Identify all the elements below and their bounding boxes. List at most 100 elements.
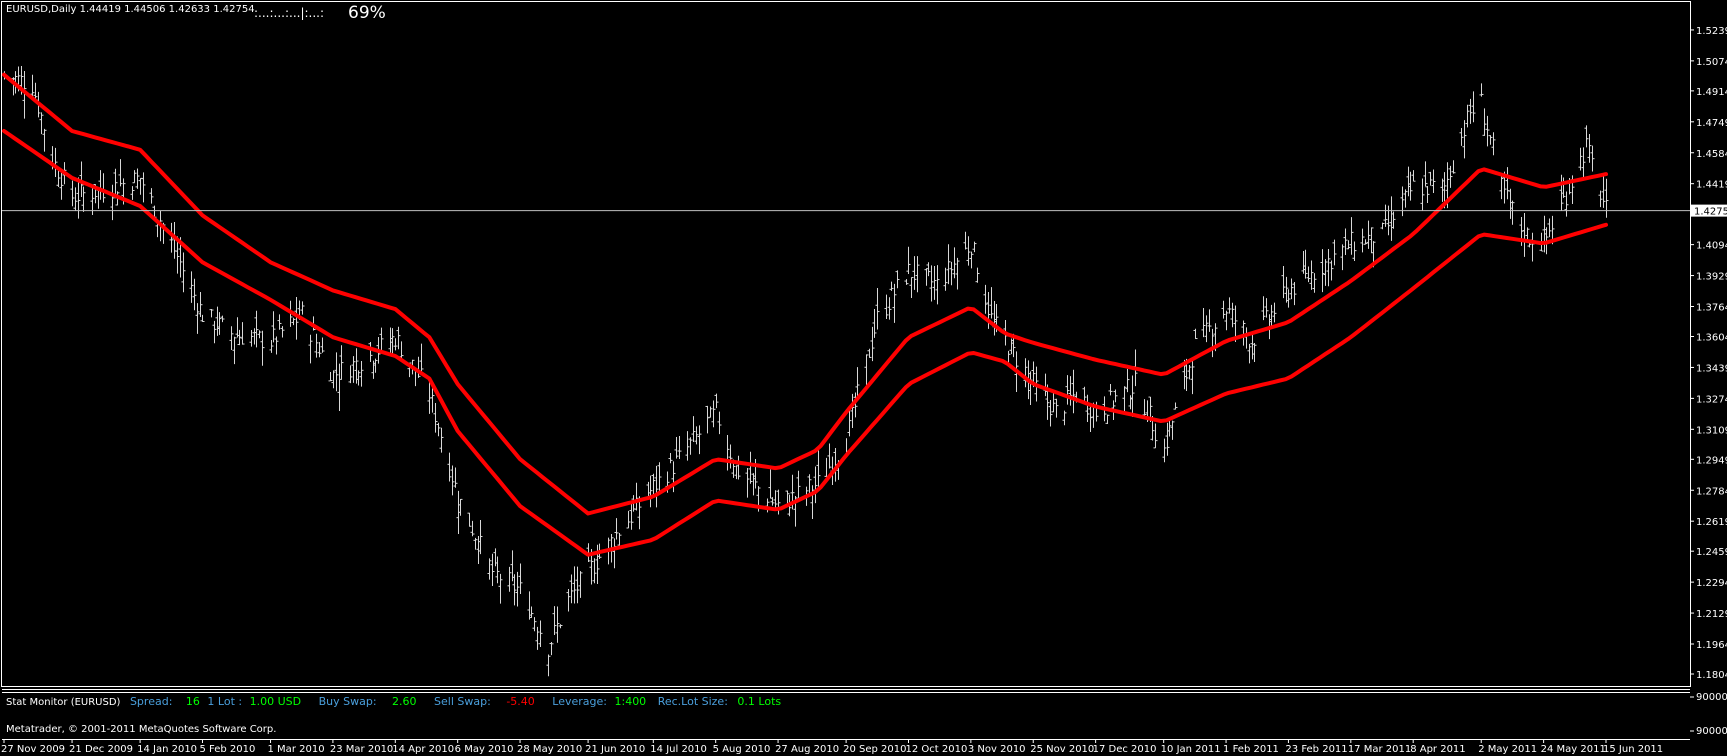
ohlc-bar [331,370,336,389]
ohlc-bar [1207,309,1212,332]
ohlc-bar [1323,259,1328,286]
buy-swap-value: 2.60 [392,695,417,708]
ohlc-bar [688,437,693,455]
ohlc-bar [929,265,934,302]
ohlc-bar [1423,161,1428,187]
ohlc-bar [476,536,481,564]
lot-label: 1 Lot : [207,695,243,708]
ohlc-bar [53,147,58,177]
x-tick-label: 17 Mar 2011 [1348,744,1411,755]
ohlc-bar [495,556,500,584]
ohlc-bar [493,548,498,567]
x-tick-label: 10 Jan 2011 [1161,744,1221,755]
ohlc-bar [1048,400,1053,427]
ohlc-bar [1210,328,1215,358]
ohlc-bar [912,256,917,290]
x-tick-label: 21 Jun 2010 [585,744,645,755]
ohlc-bar [983,284,988,314]
ohlc-bar [1125,368,1130,393]
ohlc-bar [337,363,342,412]
chart-canvas[interactable]: 1.52390 1.50740 1.49140 1.47490 1.45840 1.441… [0,0,1727,756]
ohlc-bar [1431,169,1436,194]
ohlc-bar [1306,266,1311,283]
ohlc-bar [436,422,441,437]
ohlc-bar [872,308,877,338]
y-tick-label: 1.40940 [1696,241,1727,252]
ohlc-bar [1420,178,1425,211]
ohlc-bar [677,436,682,459]
ohlc-bar [101,173,106,203]
ohlc-bar [1369,227,1374,254]
ohlc-bar [1363,239,1368,245]
ohlc-bar [1491,132,1496,156]
y-tick-label: 1.45840 [1696,149,1727,160]
x-tick-label: 27 Aug 2010 [775,744,839,755]
ohlc-bar [529,606,534,618]
ohlc-bar [450,465,455,496]
ohlc-bar [1411,170,1416,182]
ohlc-bar [351,356,356,383]
ohlc-bar [356,370,361,386]
y-tick-label: 1.31090 [1696,425,1727,436]
ohlc-bar [711,400,716,428]
ohlc-bar [510,550,515,582]
ohlc-bar [1247,343,1252,364]
ohlc-bar [1009,338,1014,355]
ohlc-bar [629,503,634,530]
envelope-lower-line [2,129,1608,557]
ohlc-bar [212,320,217,344]
price-axis: 1.52390 1.50740 1.49140 1.47490 1.45840 1.441… [1690,26,1727,681]
y-tick-label: 1.24590 [1696,547,1727,558]
ohlc-bar [1349,217,1354,255]
x-tick-label: 27 Nov 2009 [1,744,65,755]
ohlc-bar [254,310,259,348]
ohlc-bar [1329,260,1334,281]
ohlc-bar [674,436,679,459]
y-tick-label: 1.49140 [1696,87,1727,98]
x-tick-label: 1 Mar 2010 [268,744,325,755]
ohlc-bar [260,330,265,366]
ohlc-bar [535,626,540,650]
ohlc-bar [1065,375,1070,405]
current-price-tag: 1.42754 [1694,207,1727,218]
ohlc-bar [81,186,86,212]
ohlc-bar [1221,300,1226,319]
x-tick-label: 21 Dec 2009 [69,744,133,755]
x-tick-label: 8 Apr 2011 [1410,744,1465,755]
y-tick-label: 1.32740 [1696,394,1727,405]
ohlc-bar [691,416,696,442]
ohlc-bar [257,330,262,339]
ohlc-bar [867,348,872,358]
ohlc-bar [932,266,937,300]
ohlc-bar [339,345,344,380]
indicator-axis: 900000 9000000 [1690,692,1727,737]
x-tick-label: 23 Mar 2010 [330,744,393,755]
ohlc-bar [200,314,205,322]
ohlc-bar [478,519,483,555]
ohlc-bar [1043,373,1048,397]
ohlc-bar [725,434,730,471]
ohlc-bar [240,322,245,345]
ohlc-bar [300,301,305,315]
ohlc-bar [1162,438,1167,463]
x-tick-label: 12 Oct 2010 [905,744,967,755]
ohlc-bar [1601,175,1606,208]
ohlc-bar [1581,147,1586,180]
y-tick-label: 1.50740 [1696,57,1727,68]
ohlc-bar [229,326,234,350]
ohlc-bar [1366,220,1371,249]
ohlc-bar [1343,228,1348,256]
ohlc-bar [439,427,444,453]
buy-swap-label: Buy Swap: [318,695,377,708]
ohlc-bar [1547,218,1552,238]
ohlc-bar [76,177,81,219]
symbol-info: EURUSD,Daily 1.44419 1.44506 1.42633 1.4… [6,4,255,15]
ohlc-bar [118,159,123,187]
ohlc-bar [1604,178,1609,218]
y-tick-label: 1.21290 [1696,609,1727,620]
ohlc-bar [1244,327,1249,349]
ohlc-bar [1352,241,1357,261]
leverage-value: 1:400 [614,695,647,708]
ohlc-bar [30,74,35,98]
ohlc-bar [895,270,900,289]
